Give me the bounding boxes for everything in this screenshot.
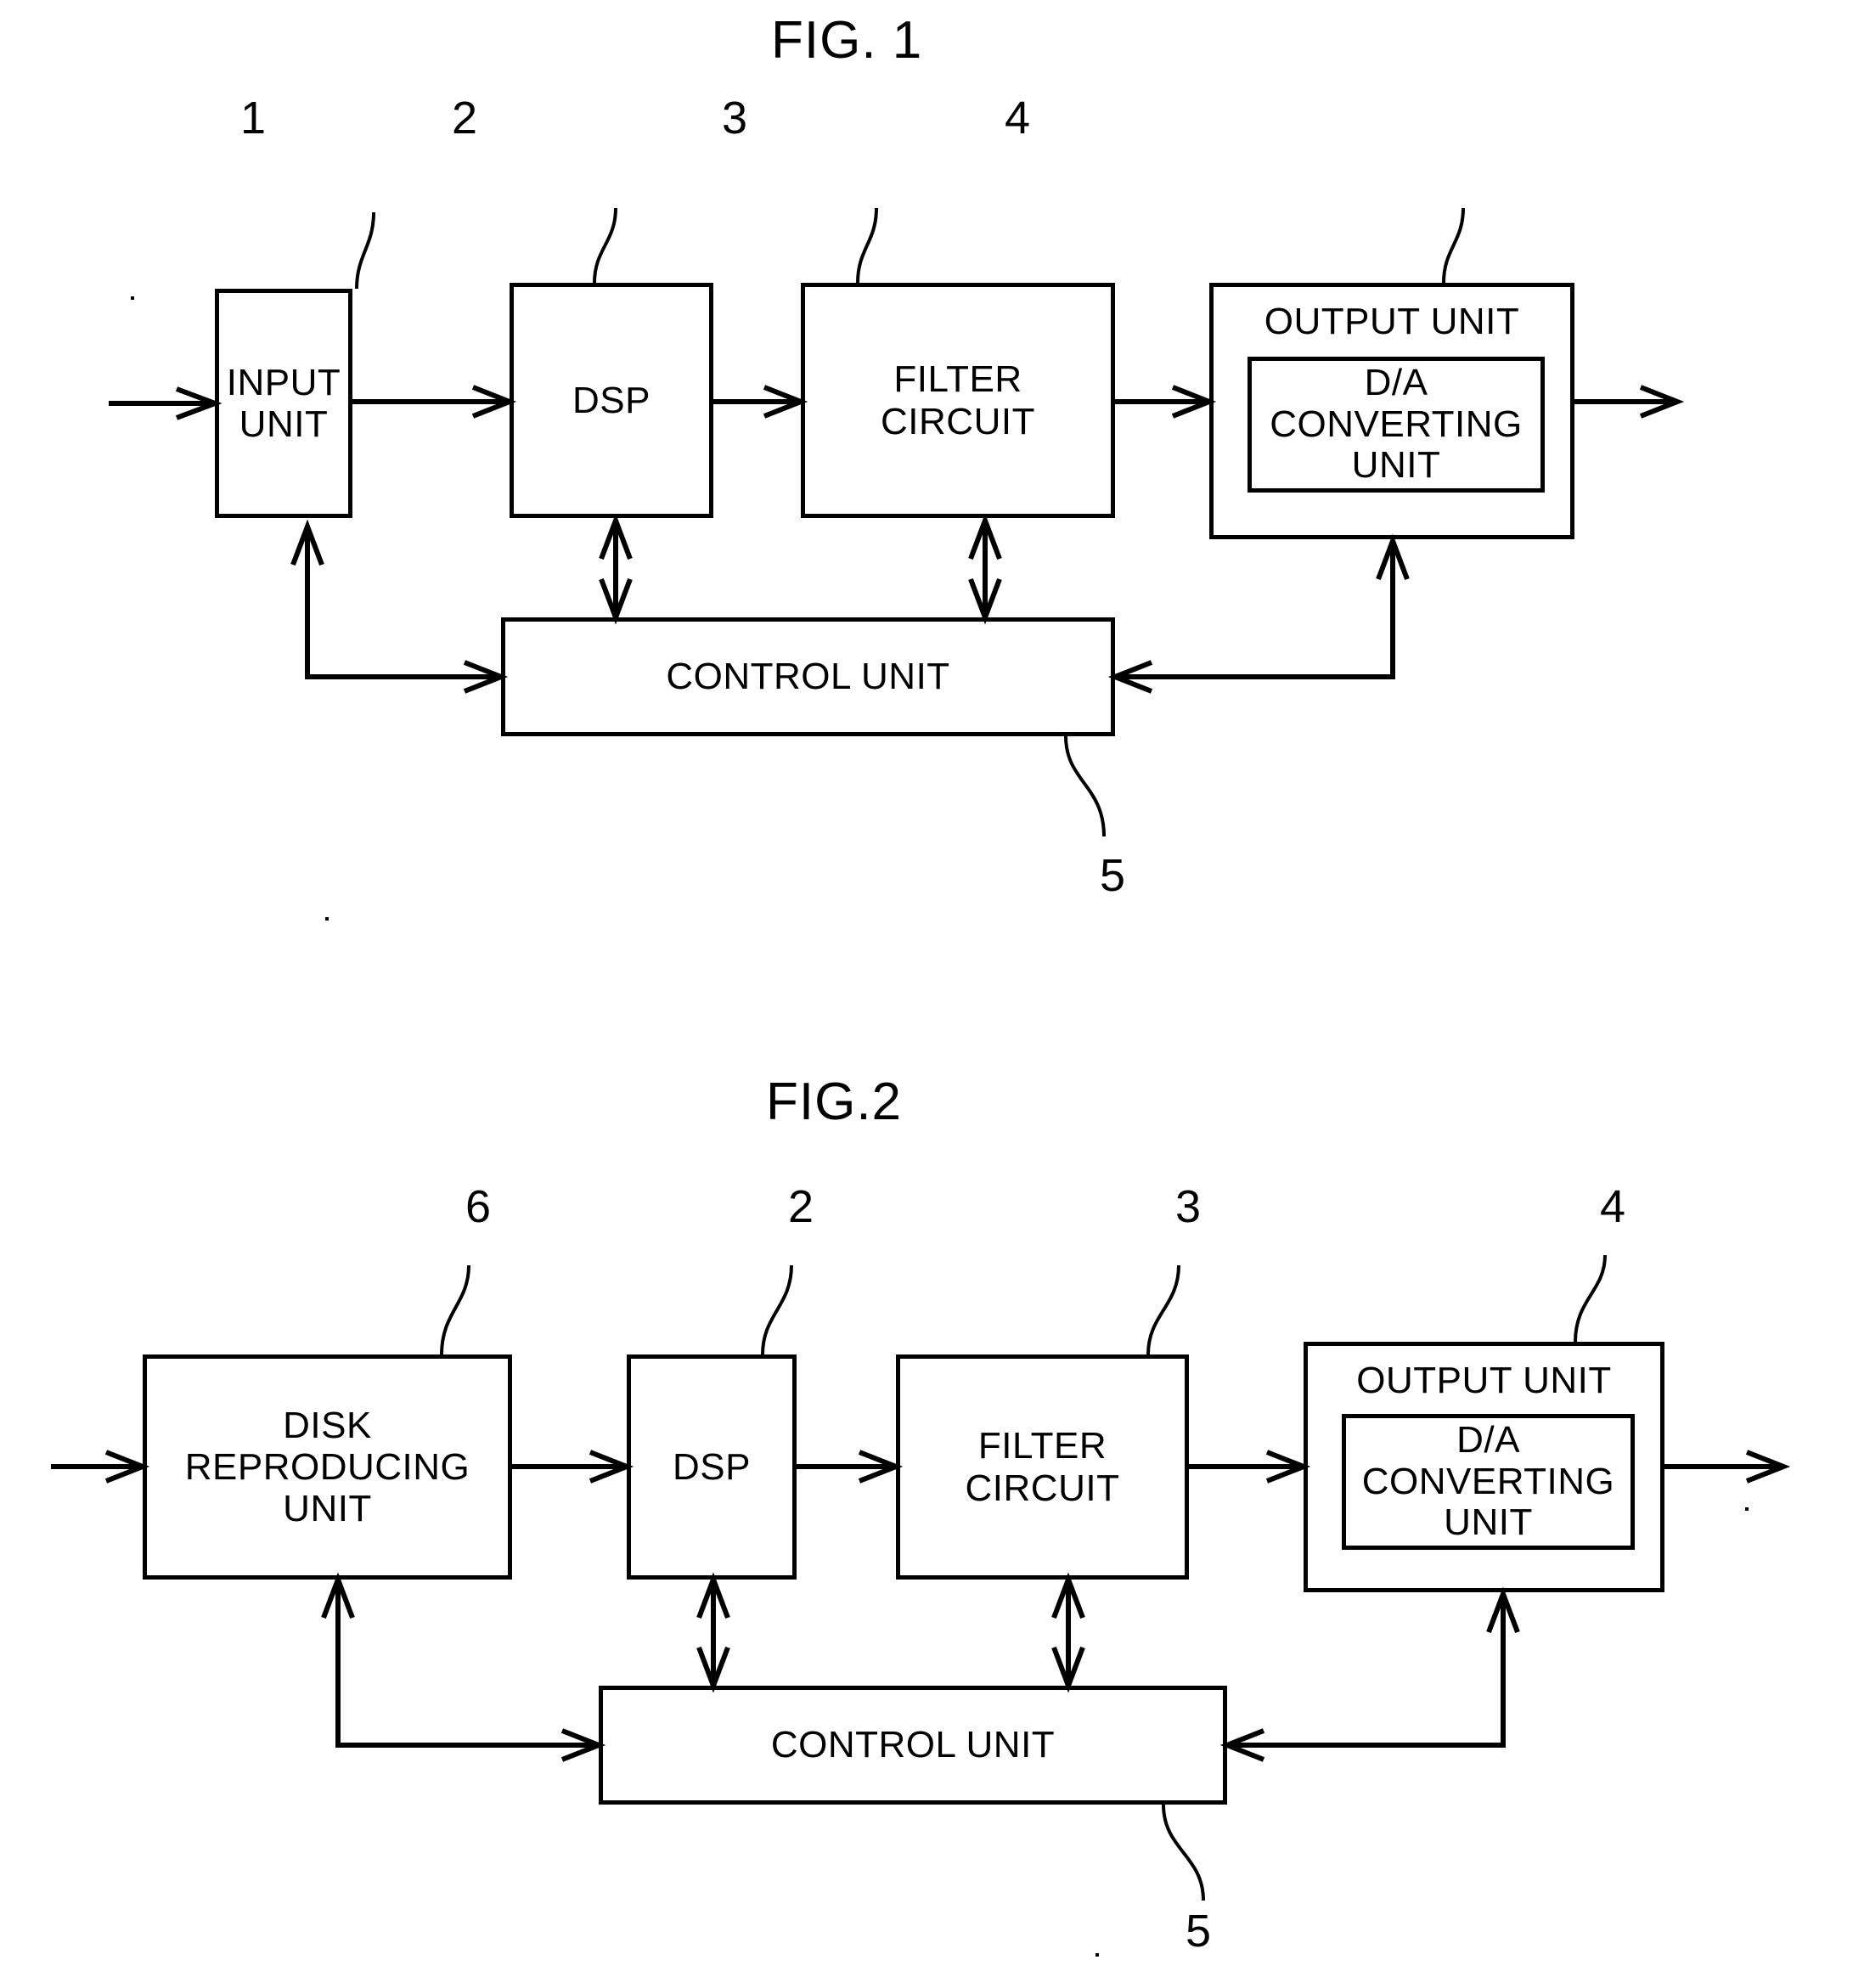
fig1-filter-circuit-label: FILTER CIRCUIT [881,358,1035,442]
fig1-da-converting-unit-label: D/A CONVERTING UNIT [1270,362,1523,487]
fig1-arrowhead-external-in [175,386,222,420]
fig2-block-da-converting-unit: D/A CONVERTING UNIT [1342,1414,1635,1550]
fig1-arrowhead-input-to-control [463,660,509,694]
fig2-output-unit-label: OUTPUT UNIT [1356,1360,1612,1401]
fig1-ref-number-5: 5 [1100,850,1126,901]
scan-speck [1095,1953,1099,1957]
fig2-conn-control-disk [335,1580,599,1748]
fig1-arrowhead-filter-to-output [1171,385,1217,419]
fig1-block-dsp: DSP [510,283,713,518]
fig1-arrowhead-output-to-control [1107,660,1153,694]
scan-speck [1745,1507,1749,1511]
fig2-ref-number-5: 5 [1186,1906,1212,1957]
fig1-ref-number-2: 2 [452,93,478,144]
fig2-block-dsp: DSP [627,1354,797,1580]
patent-drawing-sheet: FIG. 1 1 2 3 4 5 INPUT UNIT DSP FILTER C… [0,0,1853,1988]
fig1-leader-1 [355,211,375,290]
fig1-conn-control-input [305,527,501,679]
fig2-ref-number-2: 2 [788,1181,814,1232]
fig2-control-unit-label: CONTROL UNIT [770,1724,1056,1766]
fig2-disk-reproducing-unit-label: DISK REPRODUCING UNIT [184,1404,470,1530]
fig1-arrowhead-filter-to-control [968,577,1002,625]
fig1-leader-3 [856,207,878,284]
fig2-conn-output-control [1227,1594,1506,1748]
fig1-conn-output-control [1115,541,1395,679]
fig1-ref-number-4: 4 [1005,93,1031,144]
fig2-arrowhead-external-out [1745,1450,1791,1484]
fig1-arrowhead-external-out [1639,385,1685,419]
fig1-leader-2 [593,207,617,284]
fig1-block-output-unit: OUTPUT UNIT D/A CONVERTING UNIT [1209,283,1574,539]
fig2-arrowhead-control-to-filter [1051,1572,1085,1619]
fig1-output-unit-label: OUTPUT UNIT [1264,301,1520,342]
fig1-control-unit-label: CONTROL UNIT [666,656,950,698]
fig2-leader-3 [1146,1264,1180,1355]
fig2-block-output-unit: OUTPUT UNIT D/A CONVERTING UNIT [1304,1342,1664,1592]
fig2-ref-number-6: 6 [465,1181,492,1232]
fig2-arrowhead-control-to-output [1486,1586,1520,1634]
fig2-arrowhead-disk-to-dsp [589,1450,634,1484]
fig1-arrowhead-dsp-to-control [599,577,633,625]
fig1-arrowhead-control-to-output [1376,533,1410,581]
fig1-arrowhead-input-to-dsp [471,385,517,419]
scan-speck [131,296,134,300]
fig1-block-filter-circuit: FILTER CIRCUIT [801,283,1115,518]
fig1-block-control-unit: CONTROL UNIT [501,617,1115,736]
fig2-leader-4 [1574,1254,1607,1343]
fig2-leader-6 [440,1264,470,1355]
fig2-leader-5 [1162,1804,1205,1901]
fig2-da-converting-unit-label: D/A CONVERTING UNIT [1361,1419,1615,1544]
fig1-arrowhead-control-to-input [290,519,324,566]
fig2-arrowhead-external-in [104,1450,150,1484]
fig2-arrowhead-output-to-control [1219,1728,1265,1762]
figure-2-title: FIG.2 [766,1073,903,1131]
fig2-block-control-unit: CONTROL UNIT [599,1686,1227,1805]
fig1-block-da-converting-unit: D/A CONVERTING UNIT [1248,357,1545,493]
fig1-ref-number-3: 3 [722,93,748,144]
scan-speck [325,917,329,921]
fig1-leader-4 [1442,207,1465,284]
fig2-leader-2 [761,1264,793,1355]
fig2-ref-number-3: 3 [1175,1181,1202,1232]
fig2-arrowhead-disk-to-control [560,1728,606,1762]
fig2-arrowhead-dsp-to-control [696,1646,730,1693]
fig2-arrowhead-filter-to-output [1265,1450,1311,1484]
fig2-block-disk-reproducing-unit: DISK REPRODUCING UNIT [143,1354,512,1580]
fig2-block-filter-circuit: FILTER CIRCUIT [896,1354,1189,1580]
fig1-block-input-unit: INPUT UNIT [215,289,352,518]
fig2-arrowhead-control-to-disk [321,1572,355,1619]
fig2-dsp-label: DSP [673,1445,751,1488]
fig1-arrowhead-control-to-dsp [599,513,633,560]
fig1-arrowhead-dsp-to-filter [763,385,808,419]
fig2-arrowhead-filter-to-control [1051,1646,1085,1693]
figure-1-title: FIG. 1 [771,11,923,70]
fig1-ref-number-1: 1 [240,93,267,144]
fig1-arrowhead-control-to-filter [968,513,1002,560]
fig1-dsp-label: DSP [572,379,651,421]
fig2-arrowhead-control-to-dsp [696,1572,730,1619]
fig1-input-unit-label: INPUT UNIT [226,361,341,445]
fig2-arrowhead-dsp-to-filter [858,1450,904,1484]
fig2-filter-circuit-label: FILTER CIRCUIT [965,1425,1120,1509]
fig1-leader-5 [1064,735,1106,837]
fig2-ref-number-4: 4 [1600,1181,1626,1232]
